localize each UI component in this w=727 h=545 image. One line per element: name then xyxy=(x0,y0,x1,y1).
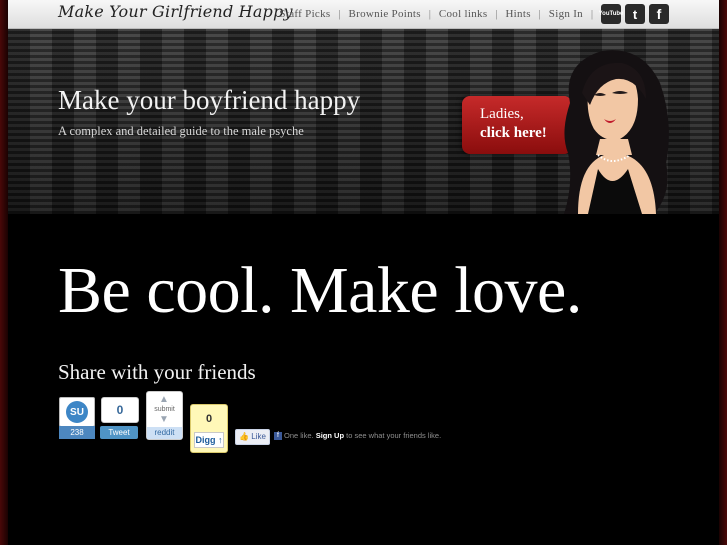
facebook-like-text: f One like. Sign Up to see what your frie… xyxy=(274,431,442,441)
tweet-count: 0 xyxy=(101,397,139,423)
youtube-icon[interactable]: YouTube xyxy=(599,4,623,24)
downvote-arrow-icon[interactable]: ▼ xyxy=(159,414,169,425)
fb-text-pre: One like. xyxy=(284,431,314,440)
digg-widget: 0 Digg ↑ xyxy=(190,404,228,453)
cta-line-2: click here! xyxy=(480,125,547,141)
facebook-icon[interactable]: f xyxy=(649,4,669,24)
reddit-submit-label: submit xyxy=(154,406,175,413)
nav-separator: | xyxy=(590,8,593,20)
top-navigation-bar: Make Your Girlfriend Happy Staff Picks |… xyxy=(8,0,719,29)
banner-title: Make your boyfriend happy xyxy=(58,85,361,115)
main-content: Be cool. Make love. Share with your frie… xyxy=(8,214,719,545)
nav-separator: | xyxy=(538,8,541,20)
reddit-widget[interactable]: ▲ submit ▼ reddit xyxy=(146,391,183,440)
nav-separator: | xyxy=(495,8,498,20)
hero-banner: Make your boyfriend happy A complex and … xyxy=(8,29,719,214)
twitter-icon[interactable]: t xyxy=(625,4,645,24)
nav-sign-in[interactable]: Sign In xyxy=(549,8,583,20)
tweet-button[interactable]: Tweet xyxy=(100,426,138,439)
cta-line-1: Ladies, xyxy=(480,106,524,122)
upvote-arrow-icon[interactable]: ▲ xyxy=(159,394,169,405)
banner-subtitle: A complex and detailed guide to the male… xyxy=(58,124,304,138)
left-border xyxy=(0,0,8,545)
digg-label: Digg xyxy=(195,435,216,445)
stumbleupon-count: 238 xyxy=(59,426,95,439)
nav-hints[interactable]: Hints xyxy=(505,8,530,20)
nav-separator: | xyxy=(428,8,431,20)
share-heading: Share with your friends xyxy=(58,360,256,384)
digg-count: 0 xyxy=(205,413,213,425)
nav-brownie-points[interactable]: Brownie Points xyxy=(349,8,421,20)
right-border xyxy=(719,0,727,545)
nav-cool-links[interactable]: Cool links xyxy=(439,8,488,20)
nav-separator: | xyxy=(338,8,341,20)
facebook-like-button[interactable]: 👍 Like xyxy=(235,429,270,445)
stumbleupon-button[interactable]: SU xyxy=(59,397,95,427)
reddit-label: reddit xyxy=(147,427,182,439)
nav-staff-picks[interactable]: Staff Picks xyxy=(279,8,330,20)
woman-illustration xyxy=(564,50,669,214)
main-nav: Staff Picks | Brownie Points | Cool link… xyxy=(279,0,669,28)
fb-like-label: Like xyxy=(251,432,266,441)
stumbleupon-icon: SU xyxy=(66,401,88,423)
site-logo[interactable]: Make Your Girlfriend Happy xyxy=(58,2,293,21)
facebook-small-icon: f xyxy=(274,432,282,441)
fb-signup-link[interactable]: Sign Up xyxy=(316,431,344,440)
headline: Be cool. Make love. xyxy=(58,254,582,327)
digg-button[interactable]: Digg ↑ xyxy=(194,432,224,448)
fb-text-post: to see what your friends like. xyxy=(346,431,442,440)
